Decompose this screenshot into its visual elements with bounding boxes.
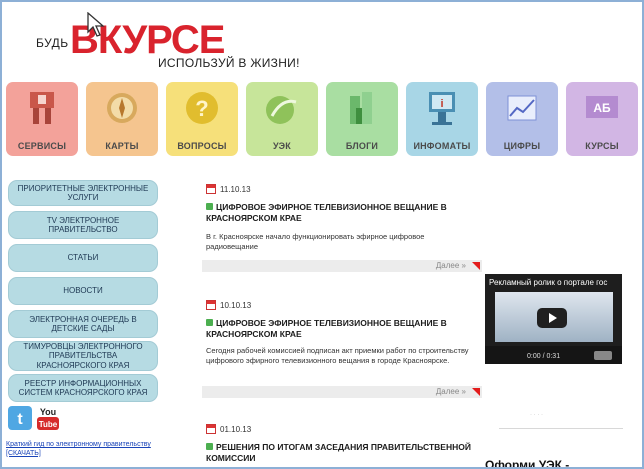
tile-infomats[interactable]: i ИНФОМАТЫ (406, 82, 478, 156)
site-logo[interactable]: БУДЬ ВКУРСЕ ИСПОЛЬЗУЙ В ЖИЗНИ! (36, 18, 306, 74)
category-tiles: СЕРВИСЫ КАРТЫ ? ВОПРОСЫ УЭК БЛОГИ i ИНФО… (6, 82, 640, 156)
news-body: В г. Красноярске начало функционировать … (206, 232, 425, 252)
tile-label: СЕРВИСЫ (17, 141, 67, 151)
video-time: 0:00 / 0:31 (527, 353, 561, 360)
social-links: t You Tube (8, 404, 68, 432)
tile-courses[interactable]: АБ КУРСЫ (566, 82, 638, 156)
news-more-text[interactable]: Далее » (436, 261, 466, 270)
tile-blogs[interactable]: БЛОГИ (326, 82, 398, 156)
news-date: 10.10.13 (206, 300, 251, 310)
news-more-text[interactable]: Далее » (436, 387, 466, 396)
menu-articles[interactable]: СТАТЬИ (8, 244, 158, 272)
info-kiosk-icon: i (429, 92, 455, 125)
promo-video-player[interactable]: Рекламный ролик о портале гос 0:00 / 0:3… (485, 274, 622, 364)
news-date: 01.10.13 (206, 424, 251, 434)
play-icon[interactable] (537, 308, 567, 328)
menu-kindergarten-queue[interactable]: ЭЛЕКТРОННАЯ ОЧЕРЕДЬ В ДЕТСКИЕ САДЫ (8, 310, 158, 338)
tile-uek[interactable]: УЭК (246, 82, 318, 156)
svg-text:t: t (17, 411, 23, 428)
menu-news[interactable]: НОВОСТИ (8, 277, 158, 305)
youtube-logo-icon[interactable] (594, 351, 612, 360)
news-date-text: 01.10.13 (220, 424, 252, 434)
menu-registry[interactable]: РЕЕСТР ИНФОРМАЦИОННЫХ СИСТЕМ КРАСНОЯРСКО… (8, 374, 158, 402)
question-icon: ? (186, 92, 218, 124)
logo-slogan: ИСПОЛЬЗУЙ В ЖИЗНИ! (158, 56, 300, 70)
news-title[interactable]: ЦИФРОВОЕ ЭФИРНОЕ ТЕЛЕВИЗИОННОЕ ВЕЩАНИЕ В… (206, 202, 476, 223)
news-date-text: 11.10.13 (220, 184, 251, 194)
video-title[interactable]: Рекламный ролик о портале гос (489, 278, 621, 287)
menu-tv-egov[interactable]: TV ЭЛЕКТРОННОЕ ПРАВИТЕЛЬСТВО (8, 211, 158, 239)
more-arrow-icon (472, 388, 480, 396)
more-arrow-icon (472, 262, 480, 270)
tile-label: ВОПРОСЫ (177, 141, 227, 151)
news-body: Сегодня рабочей комиссией подписан акт п… (206, 346, 469, 366)
chart-icon (507, 95, 537, 121)
courses-icon: АБ (586, 96, 618, 118)
egov-guide-link[interactable]: Краткий гид по электронному правительств… (6, 441, 176, 459)
calendar-icon (206, 300, 216, 310)
svg-text:Tube: Tube (39, 420, 58, 429)
tile-maps[interactable]: КАРТЫ (86, 82, 158, 156)
news-date-text: 10.10.13 (220, 300, 252, 310)
news-title-text[interactable]: ЦИФРОВОЕ ЭФИРНОЕ ТЕЛЕВИЗИОННОЕ ВЕЩАНИЕ В… (206, 318, 447, 339)
news-item: 10.10.13 ЦИФРОВОЕ ЭФИРНОЕ ТЕЛЕВИЗИОННОЕ … (202, 300, 482, 400)
tile-figures[interactable]: ЦИФРЫ (486, 82, 558, 156)
svg-text:?: ? (195, 96, 208, 121)
services-icon (30, 92, 54, 124)
uek-card-icon (266, 96, 297, 124)
tile-questions[interactable]: ? ВОПРОСЫ (166, 82, 238, 156)
svg-text:АБ: АБ (593, 101, 611, 115)
news-title-text[interactable]: ЦИФРОВОЕ ЭФИРНОЕ ТЕЛЕВИЗИОННОЕ ВЕЩАНИЕ В… (206, 202, 447, 223)
bullet-icon (206, 319, 213, 326)
blogs-icon (350, 92, 372, 124)
tile-label: КУРСЫ (585, 141, 619, 151)
news-more[interactable]: Далее » (202, 386, 482, 398)
right-decoration: · · · · (530, 412, 543, 418)
tile-label: БЛОГИ (345, 141, 379, 151)
mouse-cursor-icon (87, 12, 105, 37)
youtube-icon[interactable]: You Tube (36, 404, 60, 432)
tile-services[interactable]: СЕРВИСЫ (6, 82, 78, 156)
news-date: 11.10.13 (206, 184, 251, 194)
browser-viewport: БУДЬ ВКУРСЕ ИСПОЛЬЗУЙ В ЖИЗНИ! СЕРВИСЫ К… (0, 0, 644, 469)
news-more[interactable]: Далее » (202, 260, 482, 272)
calendar-icon (206, 184, 216, 194)
calendar-icon (206, 424, 216, 434)
tile-label: ИНФОМАТЫ (413, 141, 471, 151)
menu-timurovtsy[interactable]: ТИМУРОВЦЫ ЭЛЕКТРОННОГО ПРАВИТЕЛЬСТВА КРА… (8, 341, 158, 371)
logo-prefix: БУДЬ (36, 36, 69, 50)
news-item: 01.10.13 РЕШЕНИЯ ПО ИТОГАМ ЗАСЕДАНИЯ ПРА… (202, 424, 482, 467)
uek-promo-heading[interactable]: Оформи УЭК - (485, 458, 569, 467)
svg-text:i: i (440, 98, 443, 110)
bullet-icon (206, 203, 213, 210)
tile-label: КАРТЫ (105, 141, 139, 151)
news-title[interactable]: РЕШЕНИЯ ПО ИТОГАМ ЗАСЕДАНИЯ ПРАВИТЕЛЬСТВ… (206, 442, 476, 463)
svg-text:You: You (40, 407, 56, 417)
bullet-icon (206, 443, 213, 450)
twitter-icon[interactable]: t (8, 406, 32, 430)
right-divider (499, 428, 623, 429)
tile-label: УЭК (273, 141, 291, 151)
compass-icon (107, 93, 137, 123)
news-title-text[interactable]: РЕШЕНИЯ ПО ИТОГАМ ЗАСЕДАНИЯ ПРАВИТЕЛЬСТВ… (206, 442, 471, 463)
tile-label: ЦИФРЫ (503, 141, 541, 151)
news-title[interactable]: ЦИФРОВОЕ ЭФИРНОЕ ТЕЛЕВИЗИОННОЕ ВЕЩАНИЕ В… (206, 318, 476, 339)
menu-priority-services[interactable]: ПРИОРИТЕТНЫЕ ЭЛЕКТРОННЫЕ УСЛУГИ (8, 180, 158, 206)
news-item: 11.10.13 ЦИФРОВОЕ ЭФИРНОЕ ТЕЛЕВИЗИОННОЕ … (202, 184, 482, 276)
